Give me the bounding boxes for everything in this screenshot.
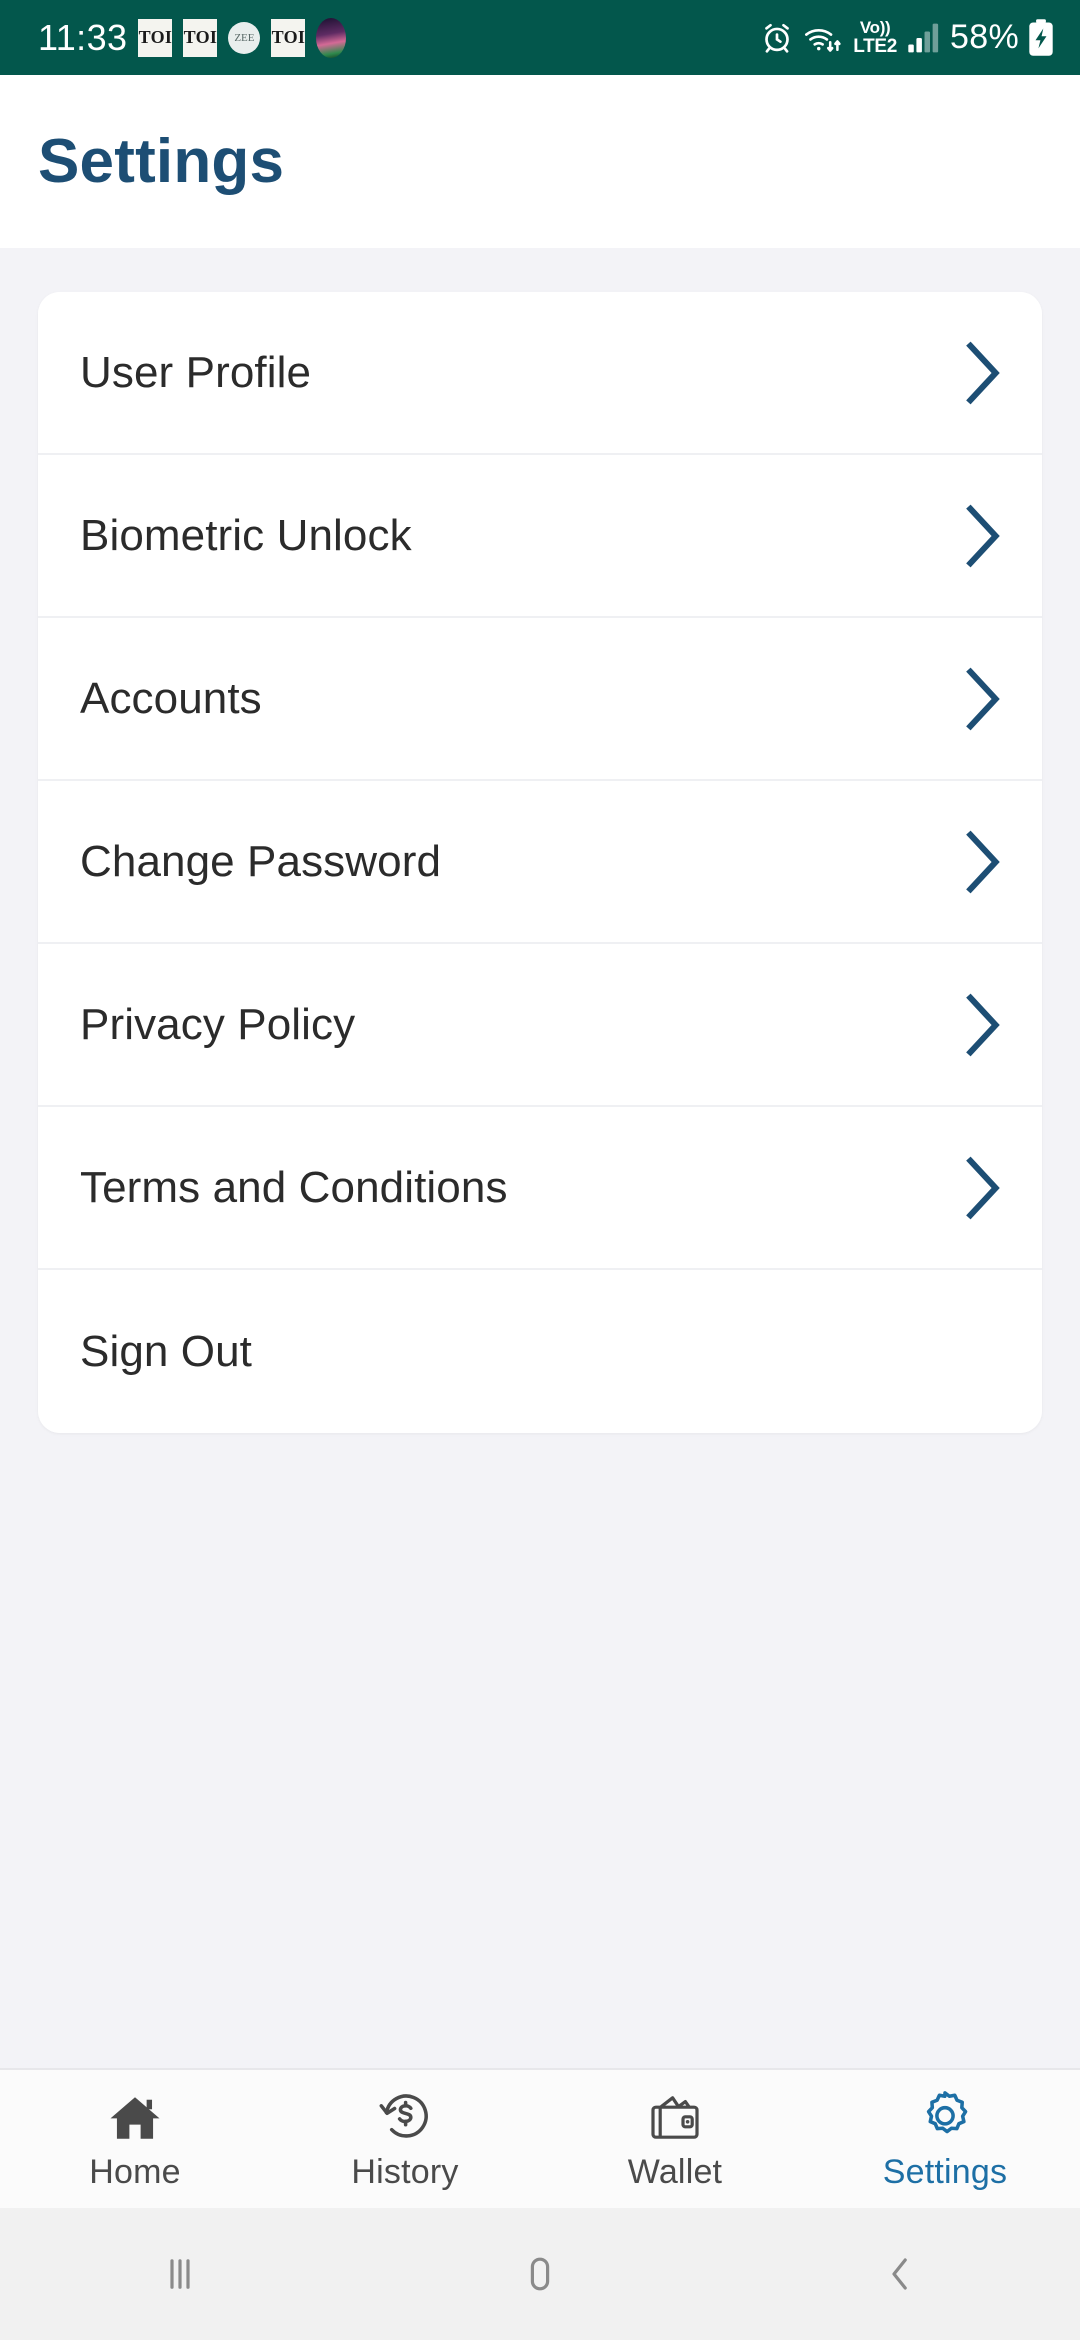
cellular-signal-icon (907, 21, 941, 55)
settings-row-label: User Profile (80, 347, 312, 397)
recents-icon[interactable] (90, 2208, 270, 2340)
home-icon (108, 2087, 162, 2143)
settings-row-label: Sign Out (80, 1326, 253, 1376)
app-header: Settings (0, 75, 1080, 248)
chevron-right-icon[interactable] (962, 992, 1006, 1058)
chevron-right-icon[interactable] (962, 666, 1006, 732)
chevron-right-icon[interactable] (962, 829, 1006, 895)
page-title: Settings (38, 127, 285, 196)
alarm-icon (760, 21, 794, 55)
tab-label: Settings (882, 2152, 1008, 2191)
zee-notification-icon: ZEE (228, 21, 261, 54)
wallet-icon (649, 2087, 701, 2143)
phone-screen: 11:33 TOI TOI ZEE TOI Vo)) LTE2 58% Sett… (0, 0, 1080, 2340)
status-bar-left: 11:33 TOI TOI ZEE TOI (38, 16, 347, 59)
settings-content: User Profile Biometric Unlock Accounts C… (0, 248, 1080, 2068)
settings-row-user-profile[interactable]: User Profile (38, 292, 1042, 455)
settings-row-sign-out[interactable]: Sign Out (38, 1270, 1042, 1433)
volte-indicator: Vo)) LTE2 (853, 18, 898, 57)
home-pill-icon[interactable] (450, 2208, 630, 2340)
settings-row-accounts[interactable]: Accounts (38, 618, 1042, 781)
settings-row-label: Accounts (80, 673, 262, 723)
status-bar-right: Vo)) LTE2 58% (760, 18, 1054, 57)
settings-row-label: Terms and Conditions (80, 1162, 508, 1212)
wifi-data-transfer-icon (803, 21, 843, 55)
tab-home[interactable]: Home (0, 2070, 270, 2208)
battery-percent-label: 58% (950, 18, 1019, 56)
tab-history[interactable]: History (270, 2070, 540, 2208)
toi-notification-icon-3: TOI (271, 18, 306, 57)
tab-label: Home (89, 2152, 181, 2191)
tab-label: Wallet (627, 2152, 723, 2191)
settings-row-label: Change Password (80, 836, 442, 886)
settings-row-label: Privacy Policy (80, 999, 356, 1049)
battery-charging-icon (1028, 18, 1054, 57)
status-bar: 11:33 TOI TOI ZEE TOI Vo)) LTE2 58% (0, 0, 1080, 75)
tab-wallet[interactable]: Wallet (540, 2070, 810, 2208)
android-navigation-bar (0, 2208, 1080, 2340)
settings-row-biometric-unlock[interactable]: Biometric Unlock (38, 455, 1042, 618)
chevron-right-icon[interactable] (962, 1155, 1006, 1221)
settings-row-terms-and-conditions[interactable]: Terms and Conditions (38, 1107, 1042, 1270)
settings-row-change-password[interactable]: Change Password (38, 781, 1042, 944)
toi-notification-icon-1: TOI (138, 18, 173, 57)
settings-row-privacy-policy[interactable]: Privacy Policy (38, 944, 1042, 1107)
status-bar-clock: 11:33 (38, 16, 128, 58)
back-chevron-icon[interactable] (810, 2208, 990, 2340)
toi-notification-icon-2: TOI (183, 18, 218, 57)
history-dollar-icon (378, 2087, 432, 2143)
app-avatar-notification-icon (316, 17, 347, 58)
chevron-right-icon[interactable] (962, 503, 1006, 569)
bottom-tab-bar: Home History Wallet Settings (0, 2068, 1080, 2208)
settings-card: User Profile Biometric Unlock Accounts C… (38, 292, 1042, 1433)
tab-settings[interactable]: Settings (810, 2070, 1080, 2208)
settings-row-label: Biometric Unlock (80, 510, 412, 560)
tab-label: History (351, 2152, 459, 2191)
chevron-right-icon[interactable] (962, 340, 1006, 406)
gear-icon (918, 2087, 972, 2143)
